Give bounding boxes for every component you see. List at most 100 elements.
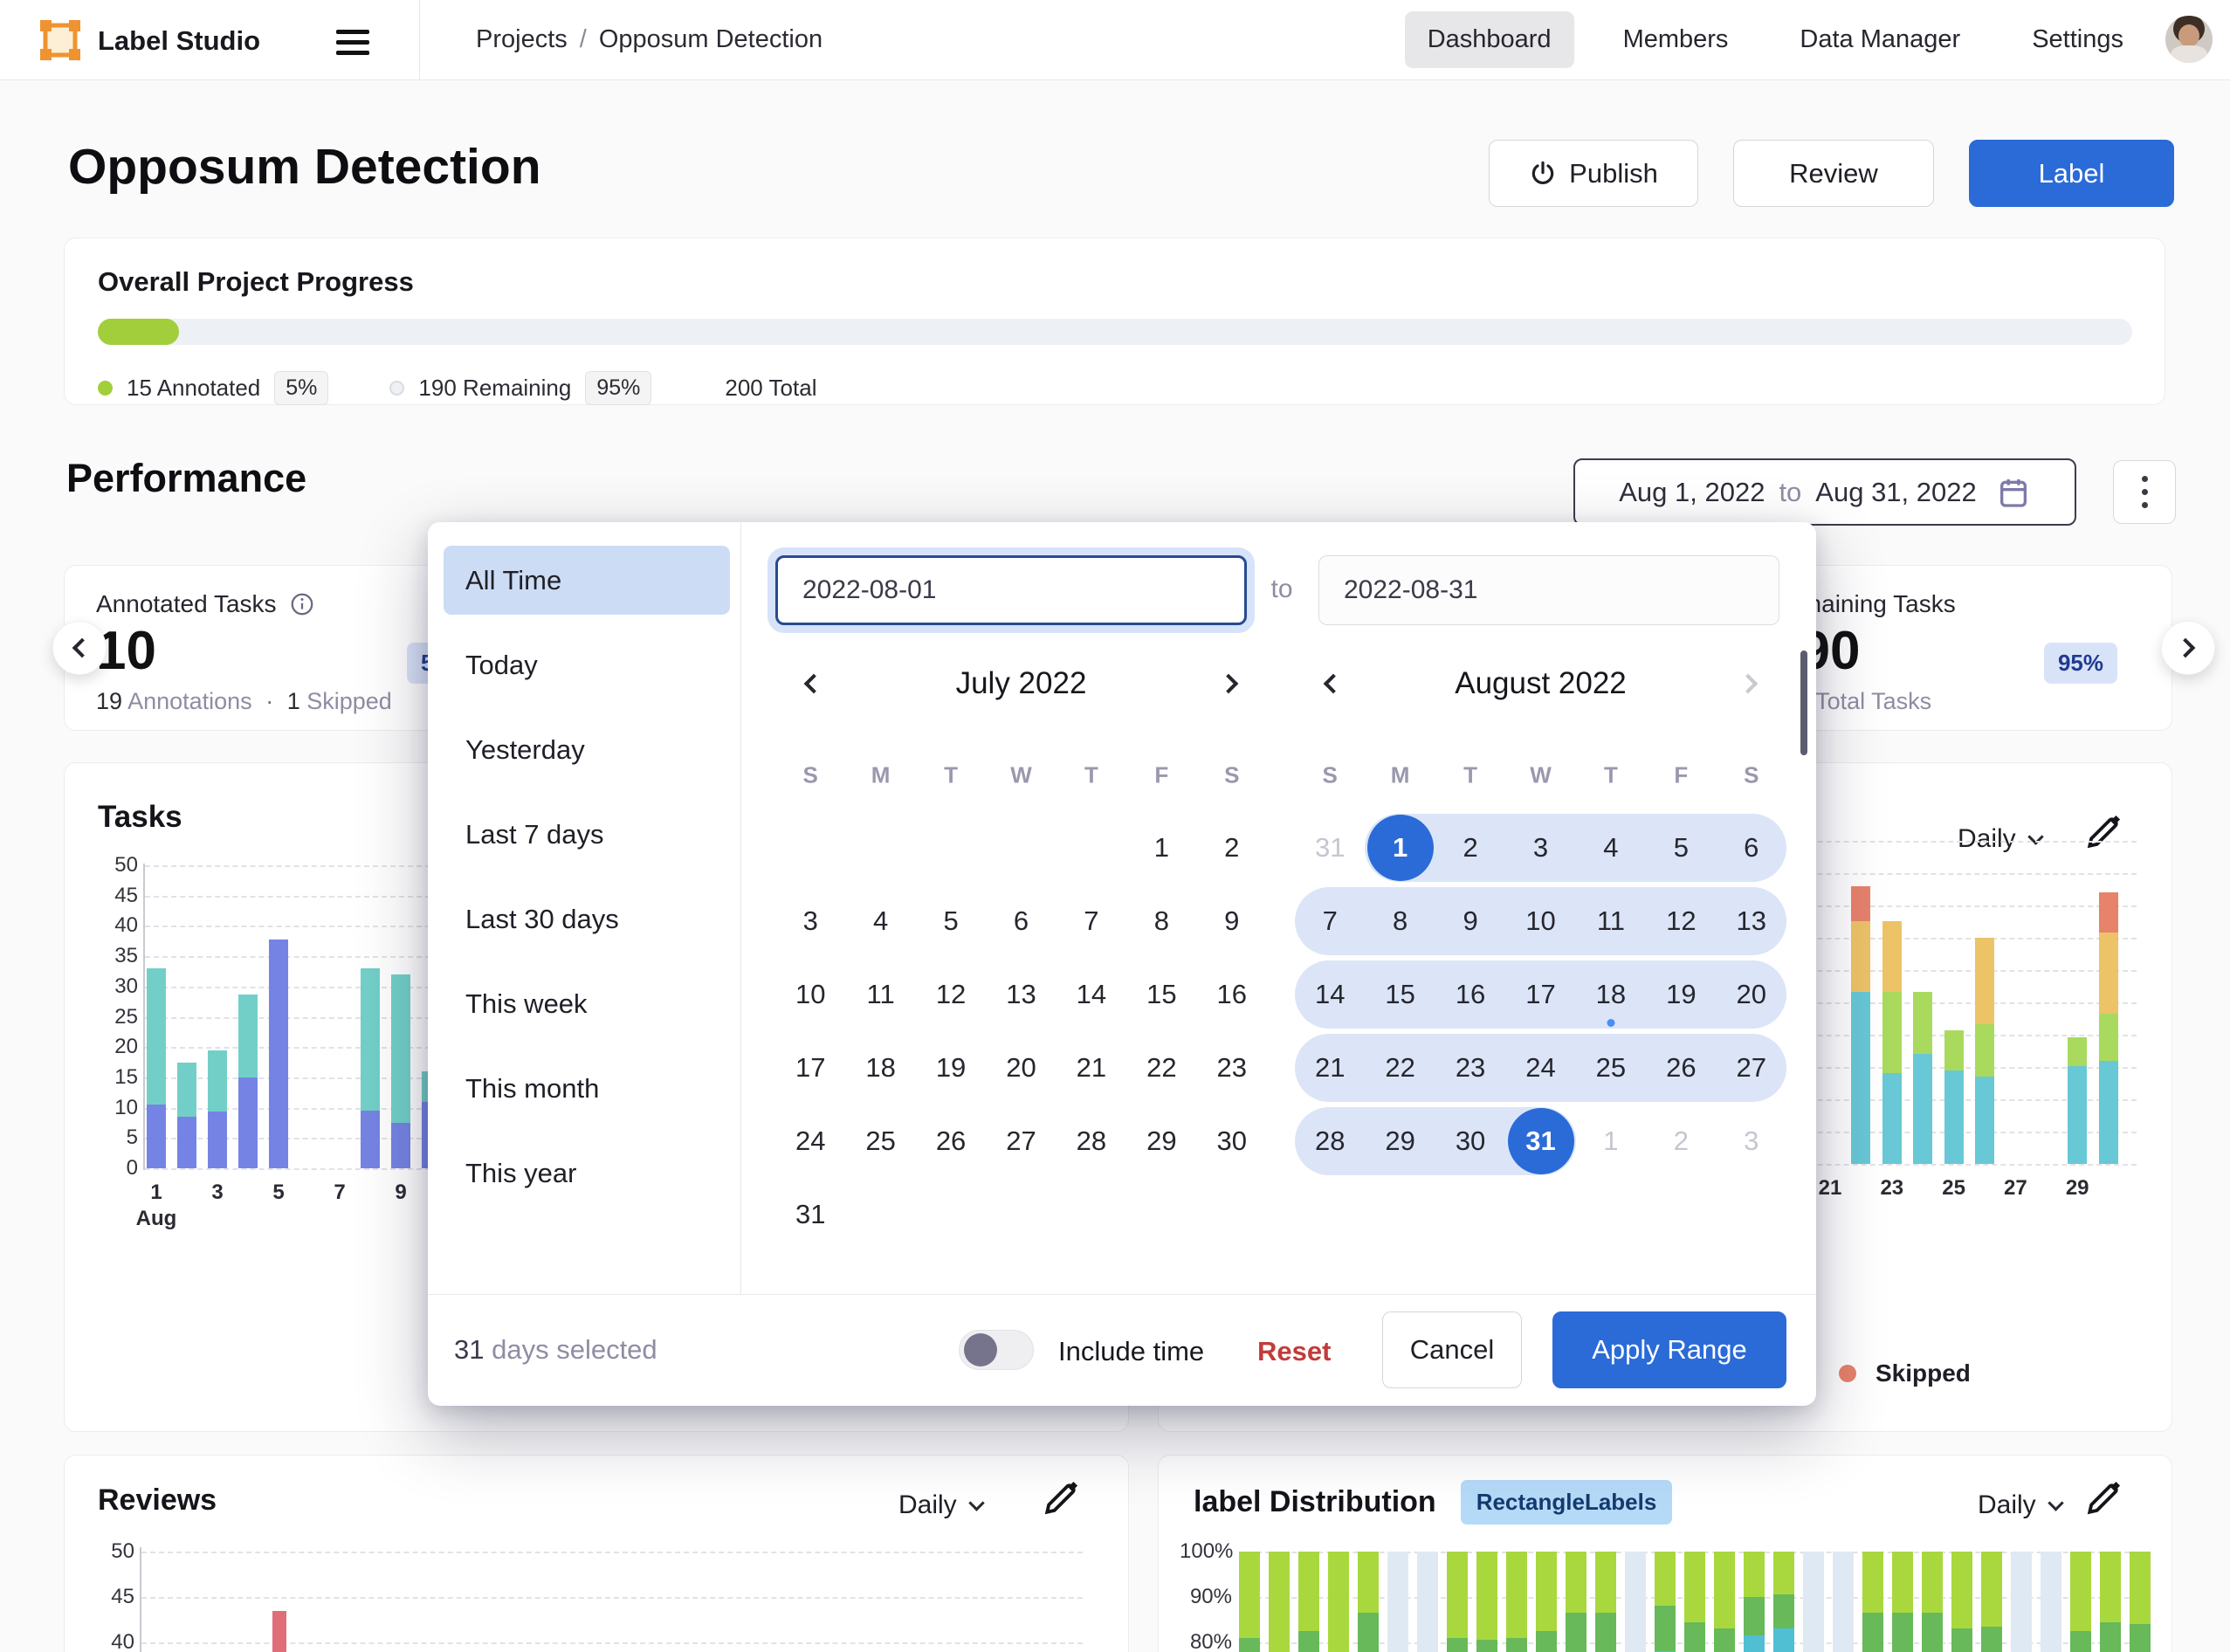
- breadcrumb-projects[interactable]: Projects: [476, 25, 568, 54]
- calendar-day[interactable]: 30: [1197, 1106, 1267, 1176]
- calendar-day[interactable]: 19: [916, 1033, 986, 1103]
- calendar-day[interactable]: 12: [916, 960, 986, 1029]
- calendar-day[interactable]: 3: [775, 886, 845, 956]
- calendar-day[interactable]: 3: [1506, 813, 1576, 883]
- calendar-day[interactable]: 27: [1717, 1033, 1786, 1103]
- calendar-day[interactable]: 27: [987, 1106, 1056, 1176]
- calendar-day[interactable]: 5: [916, 886, 986, 956]
- calendar-day[interactable]: 20: [1717, 960, 1786, 1029]
- calendar-day[interactable]: 13: [987, 960, 1056, 1029]
- reviews-period-dropdown[interactable]: Daily: [898, 1490, 982, 1520]
- calendar-day[interactable]: 10: [775, 960, 845, 1029]
- modal-scrollbar[interactable]: [1800, 650, 1807, 755]
- date-range-button[interactable]: Aug 1, 2022 to Aug 31, 2022: [1573, 458, 2076, 526]
- calendar-day[interactable]: 11: [846, 960, 916, 1029]
- calendar-day[interactable]: 8: [1126, 886, 1196, 956]
- calendar-day[interactable]: 22: [1126, 1033, 1196, 1103]
- carousel-next-button[interactable]: [2161, 621, 2215, 675]
- calendar-day[interactable]: 20: [987, 1033, 1056, 1103]
- calendar-day[interactable]: 12: [1646, 886, 1716, 956]
- more-options-kebab-button[interactable]: [2113, 460, 2176, 524]
- calendar-day[interactable]: 2: [1197, 813, 1267, 883]
- annotations-period-dropdown[interactable]: Daily: [1958, 824, 2041, 854]
- calendar-day[interactable]: 18: [846, 1033, 916, 1103]
- distribution-period-dropdown[interactable]: Daily: [1978, 1490, 2061, 1520]
- calendar-day[interactable]: 17: [775, 1033, 845, 1103]
- calendar-prev-month-button[interactable]: [784, 657, 836, 710]
- nav-item-members[interactable]: Members: [1600, 11, 1752, 68]
- calendar-day[interactable]: 28: [1056, 1106, 1126, 1176]
- calendar-day[interactable]: 14: [1295, 960, 1365, 1029]
- nav-item-dashboard[interactable]: Dashboard: [1405, 11, 1574, 68]
- calendar-day[interactable]: 31: [1295, 813, 1365, 883]
- calendar-day[interactable]: 19: [1646, 960, 1716, 1029]
- calendar-day[interactable]: 23: [1197, 1033, 1267, 1103]
- calendar-day[interactable]: 4: [846, 886, 916, 956]
- info-icon[interactable]: [289, 591, 315, 617]
- calendar-day[interactable]: 4: [1576, 813, 1646, 883]
- calendar-day[interactable]: 1: [1576, 1106, 1646, 1176]
- reviews-edit-pencil-icon[interactable]: [1041, 1480, 1079, 1523]
- bar-segment: [272, 1611, 286, 1652]
- hamburger-menu-icon[interactable]: [336, 24, 369, 61]
- date-range-end: Aug 31, 2022: [1815, 477, 1976, 508]
- calendar-day[interactable]: 24: [1506, 1033, 1576, 1103]
- calendar-next-month-button[interactable]: [1725, 657, 1778, 710]
- calendar-day[interactable]: 25: [1576, 1033, 1646, 1103]
- calendar-day[interactable]: 16: [1435, 960, 1505, 1029]
- calendar-day[interactable]: 21: [1056, 1033, 1126, 1103]
- calendar-day[interactable]: 25: [846, 1106, 916, 1176]
- calendar-day[interactable]: 31: [775, 1180, 845, 1249]
- calendar-day[interactable]: 21: [1295, 1033, 1365, 1103]
- calendar-day[interactable]: 15: [1366, 960, 1435, 1029]
- calendar-day[interactable]: 30: [1435, 1106, 1505, 1176]
- calendar-day[interactable]: 23: [1435, 1033, 1505, 1103]
- chevron-down-icon: [968, 1495, 984, 1511]
- nav-item-data-manager[interactable]: Data Manager: [1777, 11, 1983, 68]
- calendar-day[interactable]: 1: [1126, 813, 1196, 883]
- calendar-day[interactable]: 29: [1126, 1106, 1196, 1176]
- nav-item-settings[interactable]: Settings: [2009, 11, 2146, 68]
- calendar-day[interactable]: 24: [775, 1106, 845, 1176]
- calendar-day[interactable]: 5: [1646, 813, 1716, 883]
- calendar-day[interactable]: 1: [1366, 813, 1435, 883]
- annotations-edit-pencil-icon[interactable]: [2083, 814, 2122, 857]
- calendar-day[interactable]: 2: [1646, 1106, 1716, 1176]
- carousel-prev-button[interactable]: [52, 621, 107, 675]
- calendar-day[interactable]: 17: [1506, 960, 1576, 1029]
- calendar-day[interactable]: 9: [1435, 886, 1505, 956]
- calendar-day[interactable]: 13: [1717, 886, 1786, 956]
- calendar-day[interactable]: 26: [916, 1106, 986, 1176]
- calendar-day[interactable]: 8: [1366, 886, 1435, 956]
- calendar-day[interactable]: 16: [1197, 960, 1267, 1029]
- publish-button[interactable]: Publish: [1489, 140, 1698, 207]
- calendar-day[interactable]: 29: [1366, 1106, 1435, 1176]
- calendar-day[interactable]: 26: [1646, 1033, 1716, 1103]
- distribution-edit-pencil-icon[interactable]: [2083, 1480, 2122, 1523]
- calendar-day[interactable]: 7: [1056, 886, 1126, 956]
- apply-range-button[interactable]: Apply Range: [1552, 1311, 1786, 1388]
- calendar-day[interactable]: 7: [1295, 886, 1365, 956]
- calendar-day[interactable]: 31: [1506, 1106, 1576, 1176]
- reset-button[interactable]: Reset: [1257, 1336, 1331, 1367]
- calendar-next-month-button[interactable]: [1206, 657, 1258, 710]
- include-time-toggle[interactable]: [959, 1330, 1034, 1370]
- calendar-day[interactable]: 9: [1197, 886, 1267, 956]
- label-button[interactable]: Label: [1969, 140, 2174, 207]
- user-avatar[interactable]: [2165, 16, 2213, 63]
- calendar-prev-month-button[interactable]: [1304, 657, 1356, 710]
- bar-segment: [1773, 1594, 1794, 1628]
- calendar-day[interactable]: 14: [1056, 960, 1126, 1029]
- calendar-day[interactable]: 10: [1506, 886, 1576, 956]
- calendar-day[interactable]: 6: [1717, 813, 1786, 883]
- calendar-day[interactable]: 28: [1295, 1106, 1365, 1176]
- calendar-day[interactable]: 2: [1435, 813, 1505, 883]
- review-button[interactable]: Review: [1733, 140, 1934, 207]
- calendar-day[interactable]: 6: [987, 886, 1056, 956]
- cancel-button[interactable]: Cancel: [1382, 1311, 1522, 1388]
- calendar-day[interactable]: 15: [1126, 960, 1196, 1029]
- calendar-day[interactable]: 11: [1576, 886, 1646, 956]
- annotated-dot-icon: [98, 381, 113, 396]
- calendar-day[interactable]: 22: [1366, 1033, 1435, 1103]
- calendar-day[interactable]: 3: [1717, 1106, 1786, 1176]
